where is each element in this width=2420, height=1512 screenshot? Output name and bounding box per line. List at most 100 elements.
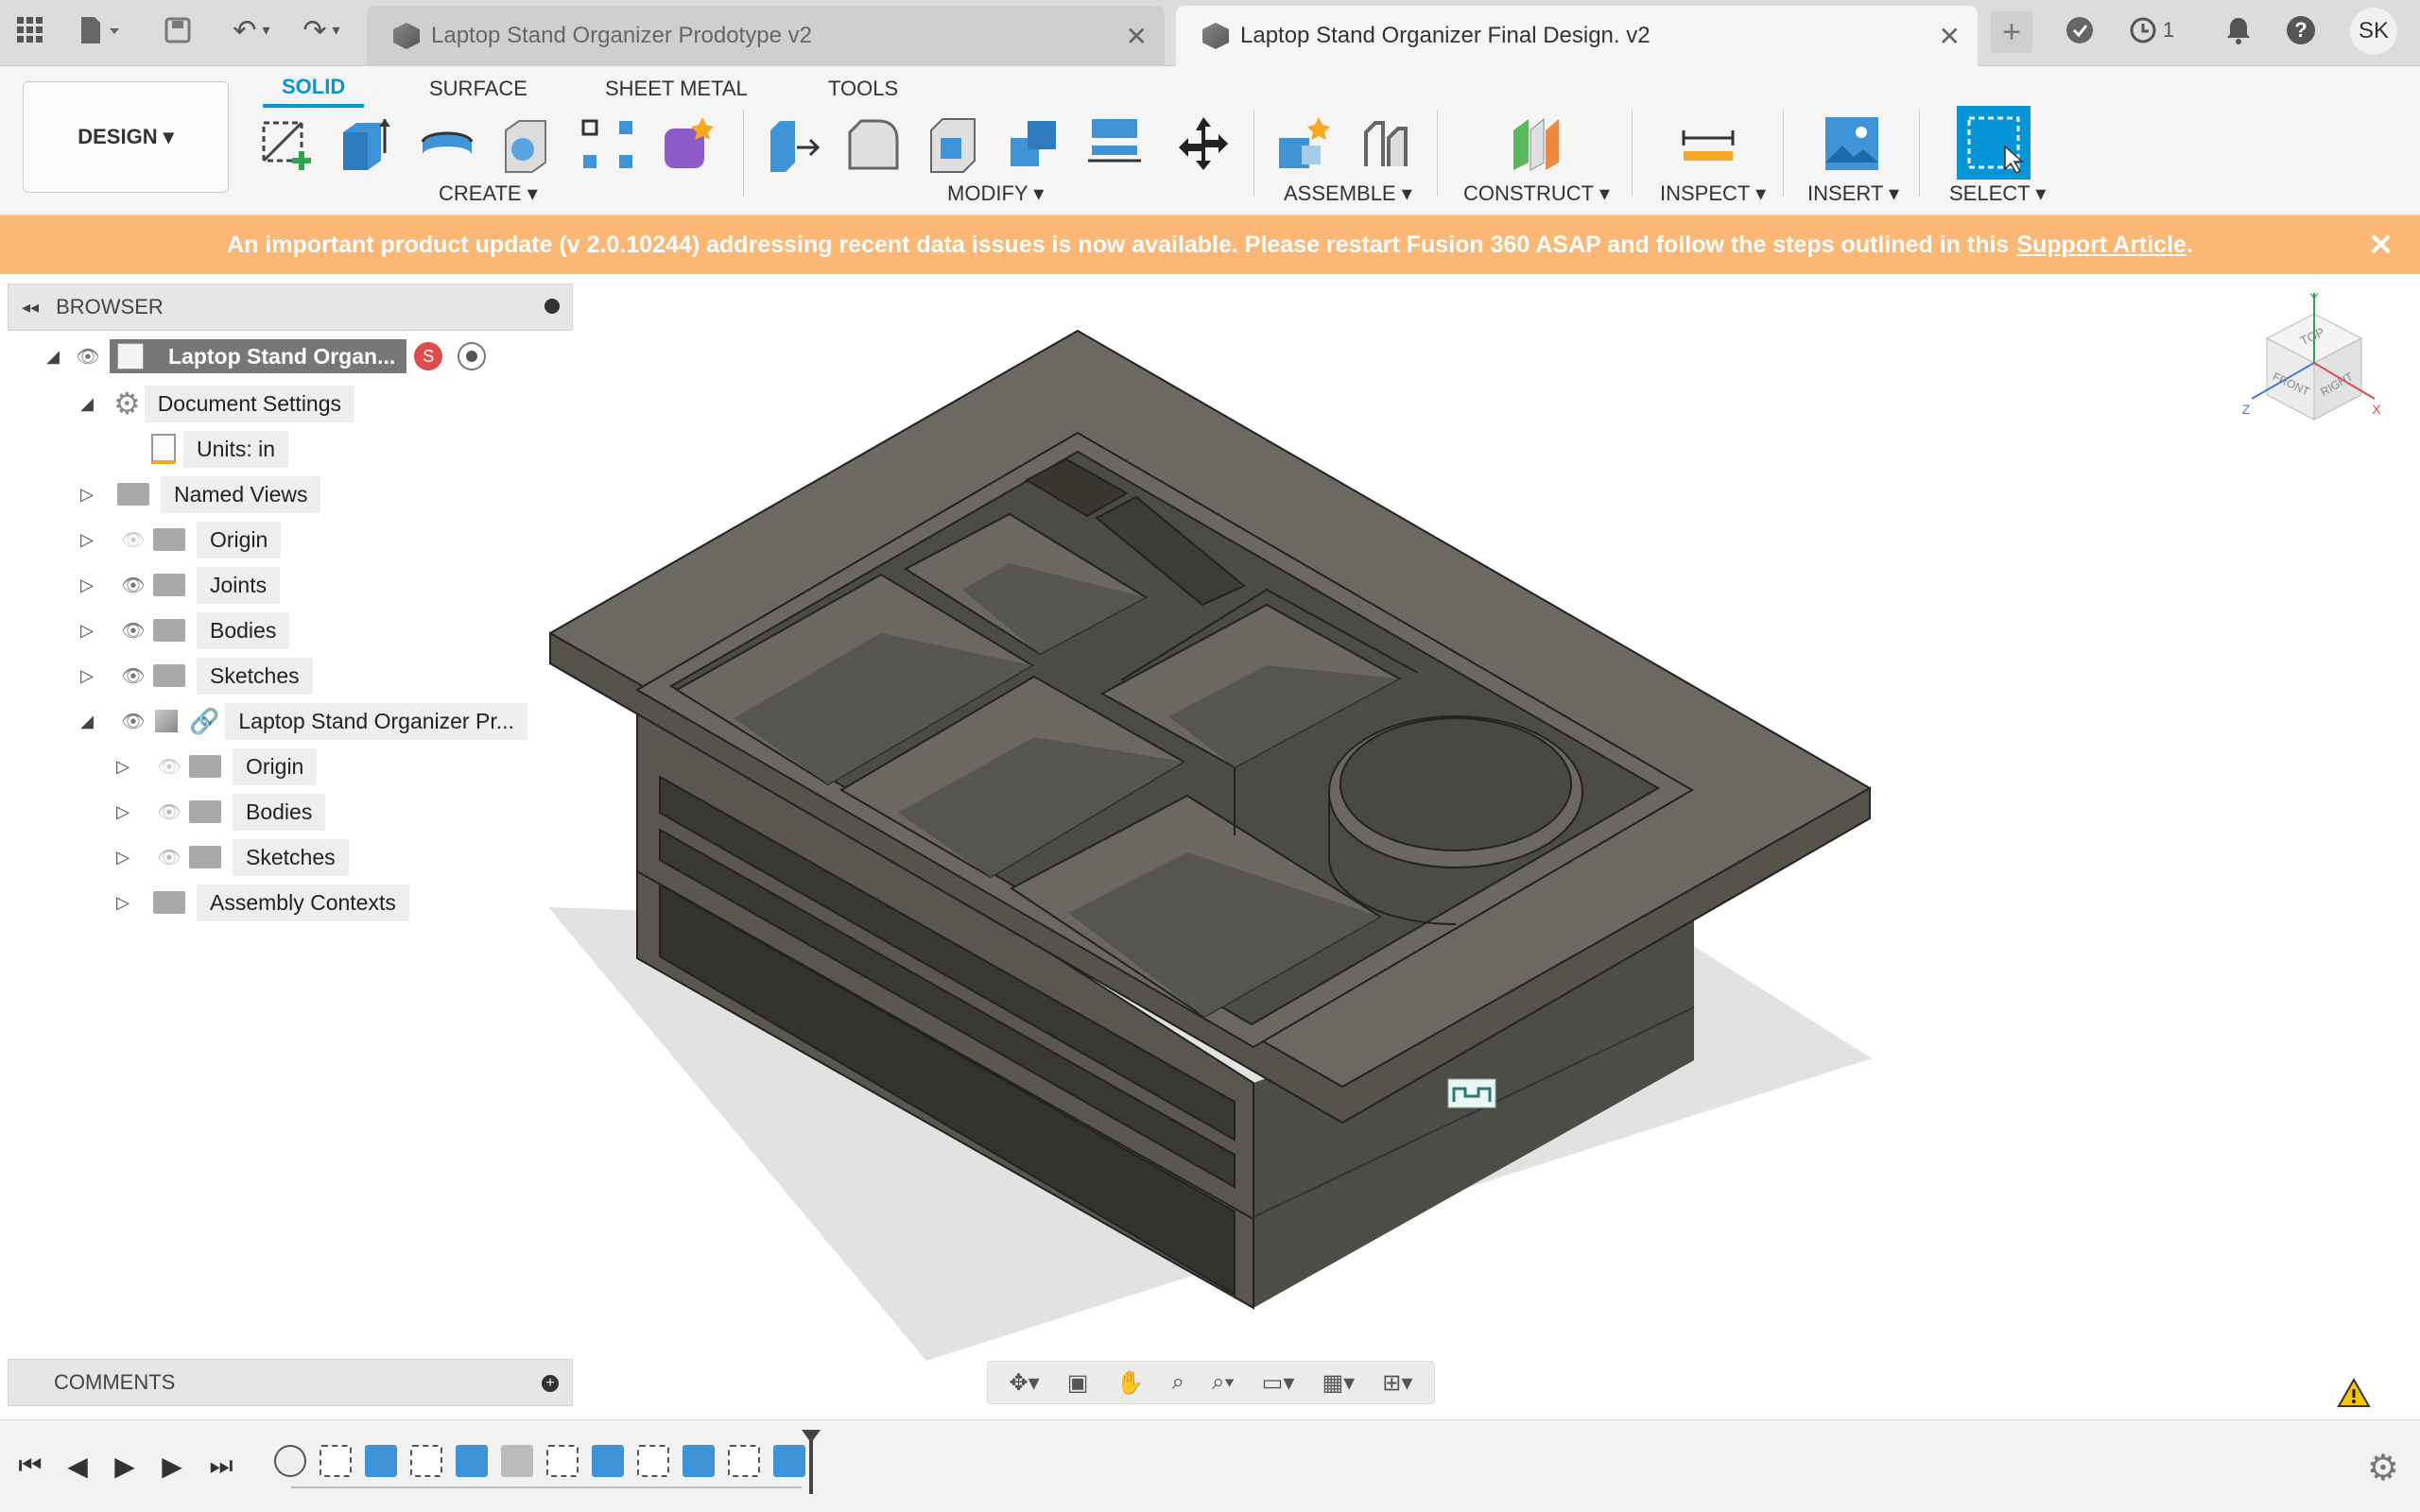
timeline-marker-handle-icon[interactable] — [802, 1430, 821, 1443]
joint-icon[interactable] — [1354, 110, 1416, 178]
inspect-menu[interactable]: INSPECT ▾ — [1660, 181, 1766, 206]
expand-triangle-icon[interactable]: ▷ — [113, 892, 132, 913]
select-menu[interactable]: SELECT ▾ — [1949, 181, 2046, 206]
timeline-feature-extrude-icon[interactable] — [773, 1445, 805, 1477]
help-icon[interactable]: ? — [2282, 13, 2320, 47]
extensions-icon[interactable] — [2061, 13, 2099, 47]
hidden-eye-icon[interactable]: 👁 — [117, 528, 149, 551]
undo-icon[interactable]: ↶ ▾ — [223, 13, 280, 47]
step-back-icon[interactable]: ◀ — [60, 1449, 95, 1483]
tree-item-origin[interactable]: ▷ 👁 Origin — [78, 520, 282, 559]
timeline-feature-extrude-icon[interactable] — [365, 1445, 397, 1477]
expand-triangle-icon[interactable]: ◢ — [78, 393, 96, 414]
expand-triangle-icon[interactable]: ▷ — [113, 801, 132, 822]
expand-triangle-icon[interactable]: ▷ — [78, 529, 96, 550]
timeline-feature-extrude-icon[interactable] — [456, 1445, 488, 1477]
new-tab-icon[interactable]: + — [1991, 11, 2032, 53]
tree-item-sub-origin[interactable]: ▷ 👁 Origin — [113, 747, 318, 786]
tree-item-linked-component[interactable]: ◢ 👁 🔗 Laptop Stand Organizer Pr... — [78, 701, 527, 741]
file-menu-icon[interactable] — [76, 13, 123, 47]
collapse-panel-icon[interactable]: ◂◂ — [22, 298, 39, 318]
close-icon[interactable]: ✕ — [2368, 227, 2394, 263]
document-tab-prototype[interactable]: Laptop Stand Organizer Prodotype v2 ✕ — [367, 6, 1165, 66]
create-menu[interactable]: CREATE ▾ — [439, 181, 538, 206]
timeline-feature-extrude-icon[interactable] — [683, 1445, 715, 1477]
expand-triangle-icon[interactable]: ▷ — [78, 665, 96, 686]
modify-menu[interactable]: MODIFY ▾ — [947, 181, 1044, 206]
step-forward-icon[interactable]: ▶ — [155, 1449, 189, 1483]
move-copy-icon[interactable] — [1172, 110, 1235, 178]
tab-solid[interactable]: SOLID — [263, 70, 365, 108]
go-to-start-icon[interactable]: ⏮ — [13, 1449, 47, 1483]
revolve-icon[interactable] — [416, 110, 478, 178]
grid-settings-icon[interactable]: ▦▾ — [1322, 1369, 1355, 1397]
warning-icon[interactable] — [2337, 1377, 2371, 1408]
construct-menu[interactable]: CONSTRUCT ▾ — [1463, 181, 1610, 206]
tab-sheet-metal[interactable]: SHEET METAL — [605, 70, 748, 108]
press-pull-icon[interactable] — [762, 110, 824, 178]
fit-zoom-icon[interactable]: ⌕▾ — [1212, 1369, 1235, 1396]
add-comment-icon[interactable]: + — [542, 1375, 559, 1392]
timeline-feature-sketch-icon[interactable] — [320, 1445, 352, 1477]
timeline-feature-sketch-icon[interactable] — [728, 1445, 760, 1477]
extrude-icon[interactable] — [335, 110, 397, 178]
expand-triangle-icon[interactable]: ▷ — [78, 620, 96, 641]
hole-icon[interactable] — [495, 110, 558, 178]
align-icon[interactable] — [1083, 110, 1146, 178]
visibility-eye-icon[interactable]: 👁 — [153, 846, 185, 868]
save-icon[interactable] — [161, 13, 195, 47]
fillet-icon[interactable] — [841, 110, 904, 178]
combine-icon[interactable] — [1002, 110, 1064, 178]
look-at-icon[interactable]: ▣ — [1067, 1369, 1089, 1397]
view-cube[interactable]: TOP FRONT RIGHT Y X Z — [2238, 289, 2381, 440]
pattern-icon[interactable] — [577, 110, 639, 178]
expand-triangle-icon[interactable]: ◢ — [43, 346, 62, 367]
select-tool-icon[interactable] — [1957, 106, 2031, 180]
tree-item-sub-sketches[interactable]: ▷ 👁 Sketches — [113, 837, 349, 877]
tree-item-document-settings[interactable]: ◢ ⚙ Document Settings — [78, 384, 355, 423]
create-sketch-icon[interactable] — [255, 110, 318, 178]
insert-menu[interactable]: INSERT ▾ — [1807, 181, 1899, 206]
expand-triangle-icon[interactable]: ▷ — [113, 847, 132, 868]
timeline-marker[interactable] — [809, 1435, 813, 1494]
orbit-icon[interactable]: ✥▾ — [1010, 1369, 1040, 1397]
tab-tools[interactable]: TOOLS — [828, 70, 898, 108]
new-component-icon[interactable] — [1272, 110, 1335, 178]
insert-image-icon[interactable] — [1821, 110, 1883, 178]
visibility-eye-icon[interactable]: 👁 — [117, 619, 149, 642]
visibility-eye-icon[interactable]: 👁 — [153, 800, 185, 823]
redo-icon[interactable]: ↷ ▾ — [293, 13, 350, 47]
visibility-eye-icon[interactable]: 👁 — [117, 574, 149, 596]
notifications-bell-icon[interactable] — [2220, 13, 2257, 47]
user-avatar[interactable]: SK — [2350, 8, 2397, 55]
offset-plane-icon[interactable] — [1505, 110, 1567, 178]
expand-triangle-icon[interactable]: ▷ — [78, 575, 96, 595]
pan-hand-icon[interactable]: ✋ — [1116, 1369, 1145, 1397]
assemble-menu[interactable]: ASSEMBLE ▾ — [1284, 181, 1412, 206]
shared-badge-icon[interactable]: S — [414, 342, 443, 370]
timeline-feature-sketch-icon[interactable] — [546, 1445, 579, 1477]
tree-item-units[interactable]: Units: in — [151, 429, 289, 469]
visibility-eye-icon[interactable]: 👁 — [117, 664, 149, 687]
tree-root[interactable]: ◢ 👁 Laptop Stand Organ... S — [43, 336, 487, 376]
close-icon[interactable]: ✕ — [1126, 21, 1148, 52]
timeline-feature-joint-icon[interactable] — [501, 1445, 533, 1477]
tree-item-joints[interactable]: ▷ 👁 Joints — [78, 565, 281, 605]
tree-item-sketches[interactable]: ▷ 👁 Sketches — [78, 656, 313, 696]
timeline-settings-gear-icon[interactable]: ⚙ — [2367, 1447, 2399, 1489]
tab-surface[interactable]: SURFACE — [429, 70, 527, 108]
panel-options-icon[interactable] — [544, 299, 560, 314]
root-component[interactable]: Laptop Stand Organ... — [110, 339, 407, 373]
tree-item-sub-bodies[interactable]: ▷ 👁 Bodies — [113, 792, 326, 832]
create-form-icon[interactable] — [656, 110, 718, 178]
timeline-feature-sketch-icon[interactable] — [637, 1445, 669, 1477]
timeline-feature-sketch-icon[interactable] — [410, 1445, 442, 1477]
play-icon[interactable]: ▶ — [108, 1449, 142, 1483]
visibility-eye-icon[interactable]: 👁 — [117, 710, 149, 732]
app-grid-icon[interactable] — [13, 13, 47, 47]
expand-triangle-icon[interactable]: ▷ — [113, 756, 132, 777]
close-icon[interactable]: ✕ — [1939, 21, 1961, 52]
tree-item-bodies[interactable]: ▷ 👁 Bodies — [78, 610, 290, 650]
display-settings-icon[interactable]: ▭▾ — [1262, 1369, 1295, 1397]
tree-item-named-views[interactable]: ▷ Named Views — [78, 474, 321, 514]
